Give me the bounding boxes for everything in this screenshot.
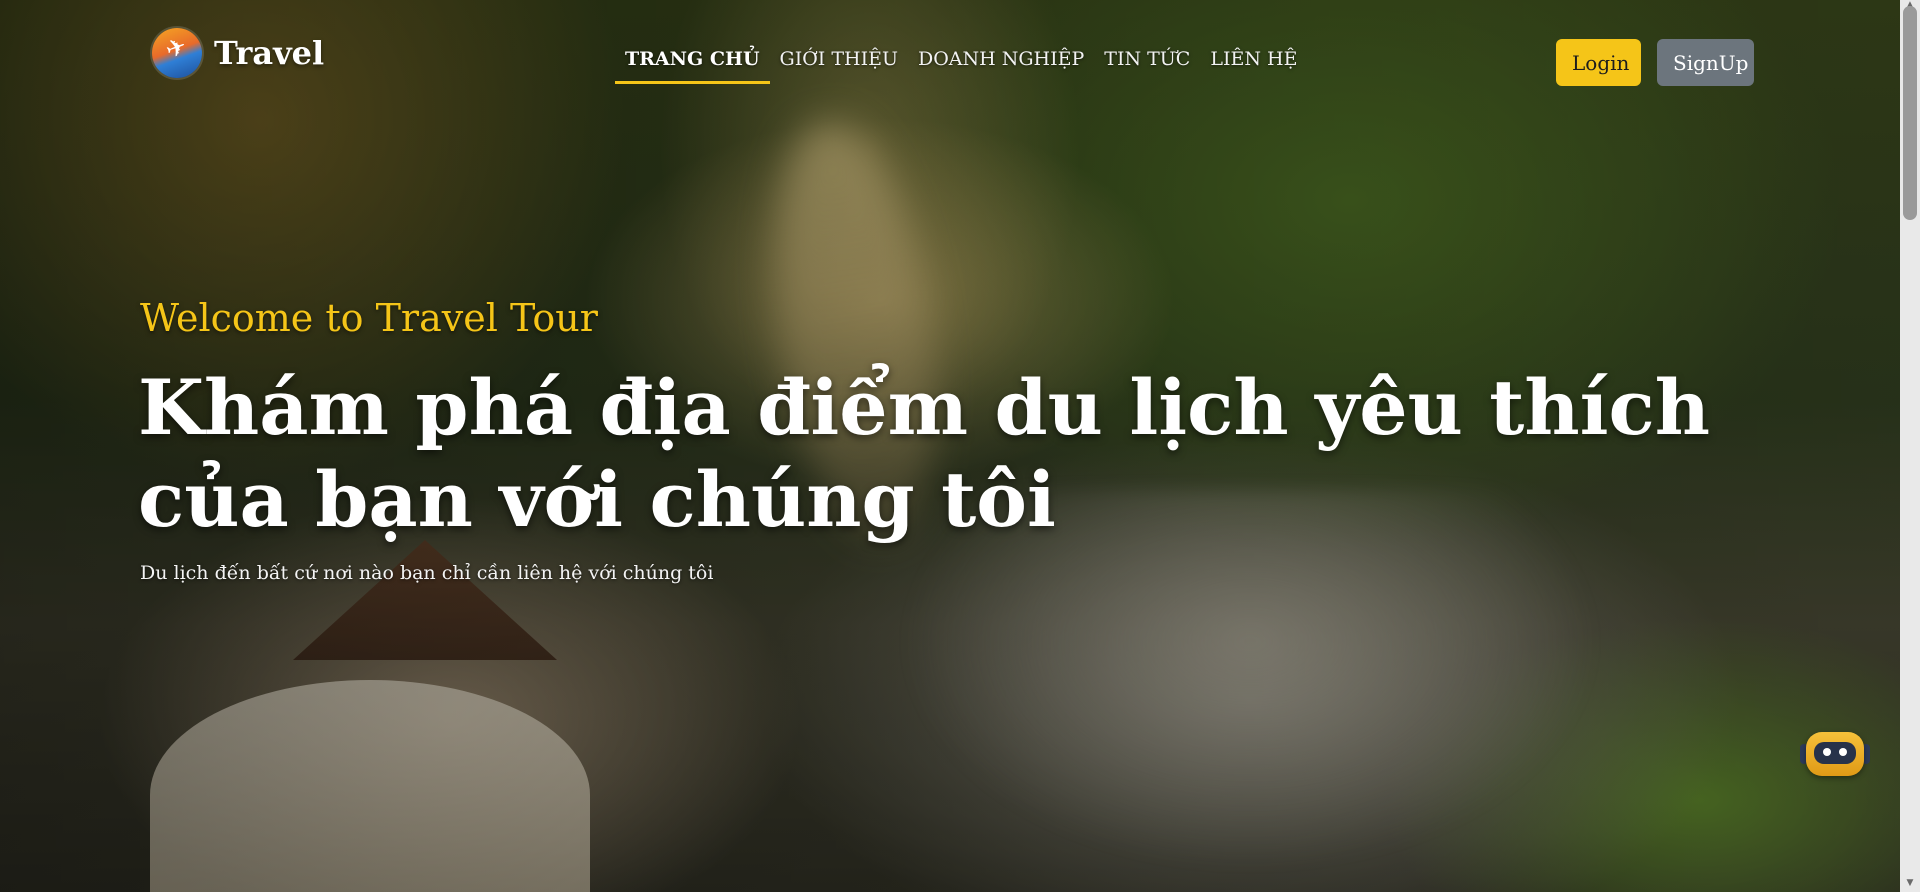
page-scrollbar[interactable]: ▲ ▼ <box>1900 0 1920 892</box>
robot-eye-right <box>1839 748 1847 756</box>
brand-name: Travel <box>214 34 325 72</box>
nav-item-news[interactable]: TIN TỨC <box>1094 44 1200 84</box>
robot-eye-left <box>1823 748 1831 756</box>
hero-subtitle: Du lịch đến bất cứ nơi nào bạn chỉ cần l… <box>140 562 714 584</box>
hero-welcome: Welcome to Travel Tour <box>140 296 598 340</box>
hero-headline: Khám phá địa điểm du lịch yêu thích của … <box>138 363 1711 544</box>
nav-item-home[interactable]: TRANG CHỦ <box>615 44 770 84</box>
scrollbar-thumb[interactable] <box>1903 6 1917 220</box>
nav-item-about[interactable]: GIỚI THIỆU <box>770 44 908 84</box>
nav-item-contact[interactable]: LIÊN HỆ <box>1200 44 1307 84</box>
main-nav: TRANG CHỦ GIỚI THIỆU DOANH NGHIỆP TIN TỨ… <box>615 44 1307 84</box>
site-logo[interactable]: Travel <box>152 28 324 78</box>
nav-item-business[interactable]: DOANH NGHIỆP <box>908 44 1094 84</box>
scroll-down-icon[interactable]: ▼ <box>1900 878 1920 892</box>
airplane-logo-icon <box>152 28 202 78</box>
robot-face <box>1814 742 1856 764</box>
signup-button[interactable]: SignUp <box>1657 39 1754 86</box>
login-button[interactable]: Login <box>1556 39 1641 86</box>
hero-section: Travel TRANG CHỦ GIỚI THIỆU DOANH NGHIỆP… <box>0 0 1900 892</box>
robot-chat-icon[interactable] <box>1800 724 1870 780</box>
